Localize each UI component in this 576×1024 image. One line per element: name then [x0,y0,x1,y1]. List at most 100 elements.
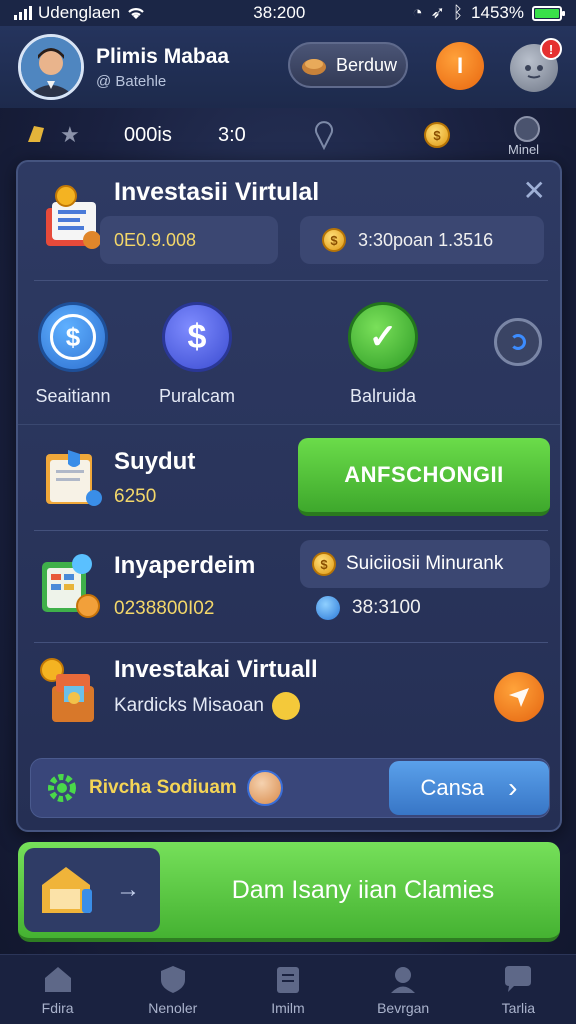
nav-item-clipboard[interactable]: Imilm [238,964,338,1016]
stat-value: 3:0 [218,124,246,146]
ranking-value: 38:3100 [352,597,421,618]
deposit-button[interactable]: $ [38,302,108,372]
bonus-strip: Rivcha Sodiuam Cansa › [30,758,550,818]
minel-label: Minel [508,142,540,157]
balance-left-value: 0E0.9.008 [114,229,197,250]
row2-value: 0238800I02 [114,598,215,619]
dollar-icon: $ [50,314,96,360]
bluetooth-icon: ᛒ [452,3,464,22]
coin-icon: $ [424,122,450,148]
profile-name: Plimis Mabaa [96,44,230,68]
divider [34,642,548,643]
shield-icon [160,965,185,993]
row2-title: Inyaperdeim [114,552,256,579]
ranking-value-row: 38:3100 [316,596,421,620]
gear-icon[interactable] [514,116,540,142]
row3-title: Investakai Virtuall [114,656,318,683]
calculator-icon [42,554,100,618]
nav-label: Fdira [41,999,74,1016]
character-icon [246,770,283,806]
alarm-icon: ◔ [412,3,423,22]
status-time: 38:200 [253,3,306,22]
primary-action-label: ANFSCHONGII [344,462,504,487]
purchase-button[interactable]: $ [162,302,232,372]
home-icon [44,966,71,992]
ranking-chip-label: Suiciiosii Minurank [346,553,504,574]
reward-button[interactable]: I [436,42,484,90]
nav-item-chat[interactable]: Tarlia [468,964,568,1016]
arrow-right-icon: → [116,876,140,903]
divider [34,530,548,531]
row1-title: Suydut [114,448,196,475]
document-icon [46,450,102,506]
investment-box-icon [46,185,101,249]
nav-item-shield[interactable]: Nenoler [123,964,223,1016]
gem-icon [316,596,340,620]
nav-item-user[interactable]: Bevrgan [353,964,453,1016]
assistant-button[interactable]: ! [510,38,562,92]
balance-right-value: 3:30poan 1.3516 [358,229,494,250]
balance-button[interactable]: ✓ [348,302,418,372]
coin-icon: $ [312,552,336,576]
bonus-strip-left: Rivcha Sodiuam [31,759,299,817]
currency-button[interactable]: Berduw [288,42,408,88]
user-icon [391,966,416,993]
profile-handle: @ Batehle [96,72,167,90]
balance-chip-right: $ 3:30poan 1.3516 [300,216,544,264]
nav-label: Nenoler [148,999,198,1016]
nav-label: Imilm [271,999,305,1016]
location-pin-icon [315,121,333,150]
bonus-label: Rivcha Sodiuam [89,777,237,798]
reward-button-label: I [456,53,464,78]
battery-percent: 1453% [471,3,524,22]
purchase-label: Puralcam [158,386,236,406]
emoji-icon [271,692,300,720]
header: Plimis Mabaa @ Batehle Berduw I ! [0,26,576,108]
gear-icon [48,774,76,802]
stat-label: 000is [124,124,172,146]
row1-value: 6250 [114,486,157,507]
nav-label: Tarlia [501,999,536,1016]
star-icon: ★ [60,122,80,147]
row3-subtitle: Kardicks Misaoan [114,695,264,716]
cansa-button[interactable]: Cansa › [389,761,549,815]
wifi-icon [128,8,145,19]
ranking-chip[interactable]: $ Suiciiosii Minurank [300,540,550,588]
investment-panel: Investasii Virtulal ✕ 0E0.9.008 $ 3:30po… [16,160,562,832]
nav-label: Bevrgan [377,999,430,1016]
bottom-nav: Fdira Nenoler Imilm Bevrgan Tarlia [0,954,576,1024]
check-icon: ✓ [368,318,398,356]
chevron-right-icon: › [508,772,518,803]
nav-item-home[interactable]: Fdira [8,964,108,1016]
house-icon [42,867,92,913]
clipboard-icon [276,966,299,993]
claim-label: Dam Isany iian Clamies [231,875,495,904]
battery-icon [531,5,565,21]
paper-plane-icon [509,688,529,707]
treasure-chest-icon [40,658,94,722]
carrier-name: Udenglaen [38,3,121,22]
chat-icon [505,965,532,992]
primary-action-button[interactable]: ANFSCHONGII [298,438,550,516]
location-icon: ➶ [430,3,445,22]
balance-chip-left: 0E0.9.008 [100,216,278,264]
close-icon[interactable]: ✕ [523,174,546,207]
claim-left-box: → [24,848,160,932]
claim-bar[interactable]: → Dam Isany iian Clamies [18,842,560,942]
coin-icon: $ [322,228,346,252]
panel-title: Investasii Virtulal [114,178,320,206]
deposit-label: Seaitiann [35,386,111,406]
trophy-icon [28,126,44,142]
divider [18,424,560,425]
stats-bar: ★ 000is 3:0 $ Minel [0,112,576,158]
avatar[interactable] [18,34,84,100]
notification-badge: ! [540,38,562,60]
cansa-button-label: Cansa [420,775,485,800]
spinner-icon [510,334,526,350]
treasure-icon [302,59,326,75]
more-button[interactable] [494,318,542,366]
currency-button-label: Berduw [336,54,398,75]
send-button[interactable] [494,672,544,722]
signal-icon [14,6,32,20]
balance-label: Balruida [349,386,417,406]
